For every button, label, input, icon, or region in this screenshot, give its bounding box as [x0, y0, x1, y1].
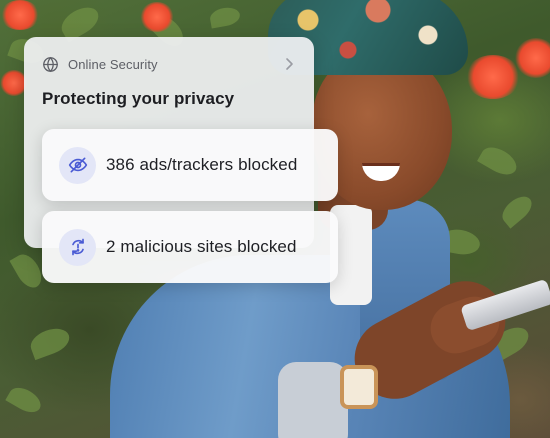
ads-trackers-blocked-label: 386 ads/trackers blocked: [106, 155, 298, 174]
eye-off-icon: [59, 146, 96, 184]
malicious-sites-blocked-stat[interactable]: 2 malicious sites blocked: [42, 211, 338, 283]
ads-trackers-blocked-stat[interactable]: 386 ads/trackers blocked: [42, 129, 338, 201]
card-title: Protecting your privacy: [42, 89, 235, 108]
globe-icon: [42, 56, 59, 73]
shield-refresh-icon: [59, 228, 96, 266]
card-header-label: Online Security: [68, 56, 158, 72]
card-header[interactable]: Online Security: [42, 54, 296, 74]
malicious-sites-blocked-label: 2 malicious sites blocked: [106, 237, 297, 256]
chevron-right-icon[interactable]: [284, 57, 294, 71]
